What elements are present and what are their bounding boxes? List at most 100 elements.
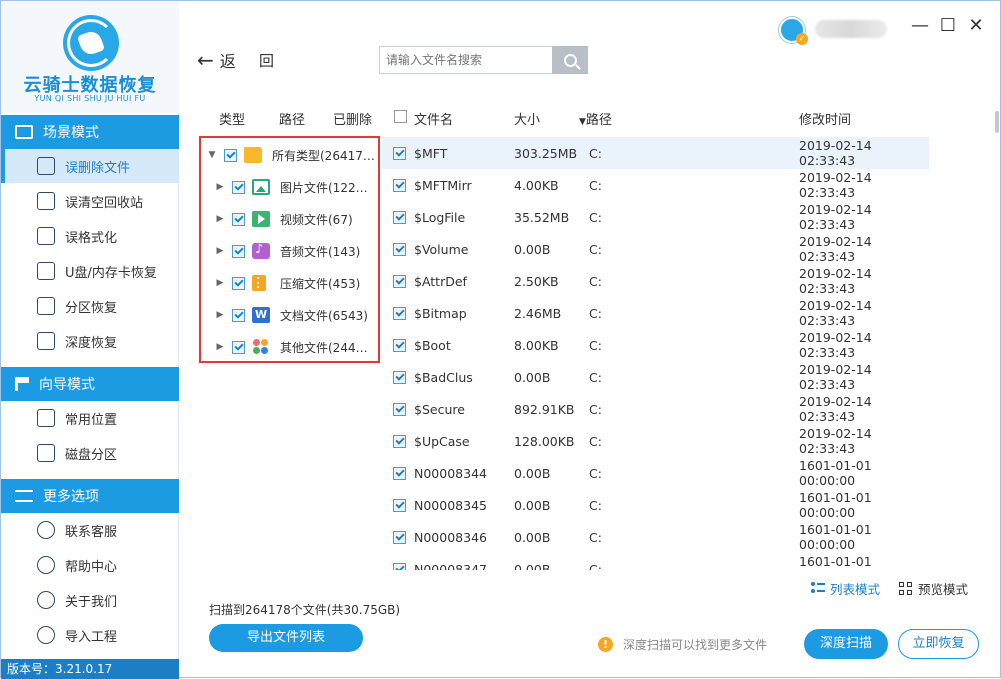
- collapse-icon[interactable]: ▼: [207, 150, 217, 160]
- tree-item-archives[interactable]: ▶ 压缩文件(453): [201, 267, 378, 299]
- minimize-button[interactable]: —: [909, 15, 931, 37]
- list-header-path[interactable]: ▼路径: [579, 109, 612, 128]
- sidebar-item-common-locations[interactable]: 常用位置: [1, 401, 179, 435]
- preview-mode-label: 预览模式: [918, 582, 969, 597]
- sidebar-item-recycle-bin[interactable]: 误清空回收站: [1, 184, 179, 218]
- sidebar-item-deep-recovery[interactable]: 深度恢复: [1, 324, 179, 358]
- checkbox[interactable]: [393, 178, 406, 192]
- section-scene-mode[interactable]: 场景模式: [1, 115, 179, 149]
- tree-header-type[interactable]: 类型: [219, 109, 245, 128]
- expand-icon[interactable]: ▶: [215, 278, 225, 288]
- brand-subtitle: YUN QI SHI SHU JU HUI FU: [34, 94, 146, 103]
- table-row[interactable]: $Secure 892.91KB C: 2019-02-14 02:33:43: [382, 393, 929, 425]
- checkbox[interactable]: [393, 530, 406, 544]
- checkbox[interactable]: [393, 146, 406, 160]
- expand-icon[interactable]: ▶: [215, 182, 225, 192]
- table-row[interactable]: $UpCase 128.00KB C: 2019-02-14 02:33:43: [382, 425, 929, 457]
- search-button[interactable]: [552, 46, 588, 74]
- section-more-options[interactable]: 更多选项: [1, 479, 179, 513]
- table-row[interactable]: $MFT 303.25MB C: 2019-02-14 02:33:43: [382, 137, 929, 169]
- tree-item-documents[interactable]: ▶ 文档文件(6543): [201, 299, 378, 331]
- username[interactable]: [815, 20, 887, 38]
- checkbox[interactable]: [232, 308, 245, 322]
- sidebar-item-label: 误删除文件: [65, 160, 131, 176]
- list-mode-button[interactable]: 列表模式: [811, 579, 880, 598]
- tree-item-audio[interactable]: ▶ 音频文件(143): [201, 235, 378, 267]
- table-row[interactable]: N00008347 0.00B C: 1601-01-01 00:00:00: [382, 553, 929, 570]
- select-all-checkbox[interactable]: [394, 110, 407, 123]
- expand-icon[interactable]: ▶: [215, 310, 225, 320]
- table-row[interactable]: N00008344 0.00B C: 1601-01-01 00:00:00: [382, 457, 929, 489]
- checkbox[interactable]: [393, 242, 406, 256]
- logo: 云骑士数据恢复 YUN QI SHI SHU JU HUI FU: [1, 1, 179, 113]
- checkbox[interactable]: [393, 338, 406, 352]
- sidebar-item-disk-partition[interactable]: 磁盘分区: [1, 436, 179, 470]
- checkbox[interactable]: [232, 276, 245, 290]
- list-mode-label: 列表模式: [830, 582, 881, 597]
- table-row[interactable]: N00008345 0.00B C: 1601-01-01 00:00:00: [382, 489, 929, 521]
- export-file-list-button[interactable]: 导出文件列表: [209, 624, 363, 652]
- list-header-name[interactable]: 文件名: [414, 109, 453, 128]
- table-row[interactable]: $Volume 0.00B C: 2019-02-14 02:33:43: [382, 233, 929, 265]
- file-size: 128.00KB: [514, 433, 575, 449]
- checkbox[interactable]: [224, 148, 237, 162]
- checkbox[interactable]: [232, 180, 245, 194]
- list-header-size[interactable]: 大小: [514, 109, 540, 128]
- tree-item-images[interactable]: ▶ 图片文件(122…: [201, 171, 378, 203]
- sidebar-item-contact-support[interactable]: 联系客服: [1, 513, 179, 547]
- tree-item-all-types[interactable]: ▼ 所有类型(26417…: [201, 139, 378, 171]
- checkbox[interactable]: [393, 306, 406, 320]
- checkbox[interactable]: [393, 562, 406, 570]
- file-path: C:: [589, 337, 602, 353]
- table-row[interactable]: $Bitmap 2.46MB C: 2019-02-14 02:33:43: [382, 297, 929, 329]
- checkbox[interactable]: [393, 434, 406, 448]
- checkbox[interactable]: [232, 340, 245, 354]
- sidebar-item-format[interactable]: 误格式化: [1, 219, 179, 253]
- table-row[interactable]: $MFTMirr 4.00KB C: 2019-02-14 02:33:43: [382, 169, 929, 201]
- checkbox[interactable]: [393, 466, 406, 480]
- sidebar-item-about[interactable]: 关于我们: [1, 583, 179, 617]
- tree-item-other[interactable]: ▶ 其他文件(244…: [201, 331, 378, 363]
- checkbox[interactable]: [393, 498, 406, 512]
- sidebar-item-usb-card[interactable]: U盘/内存卡恢复: [1, 254, 179, 288]
- scrollbar[interactable]: [995, 111, 999, 133]
- checkbox[interactable]: [393, 370, 406, 384]
- recover-now-button[interactable]: 立即恢复: [898, 629, 979, 659]
- table-row[interactable]: $BadClus 0.00B C: 2019-02-14 02:33:43: [382, 361, 929, 393]
- checkbox[interactable]: [393, 274, 406, 288]
- table-row[interactable]: $AttrDef 2.50KB C: 2019-02-14 02:33:43: [382, 265, 929, 297]
- expand-icon[interactable]: ▶: [215, 246, 225, 256]
- checkbox[interactable]: [393, 210, 406, 224]
- search-input[interactable]: [379, 46, 553, 74]
- sidebar-item-label: 深度恢复: [65, 335, 118, 351]
- preview-mode-button[interactable]: 预览模式: [899, 579, 968, 598]
- sidebar-item-deleted-files[interactable]: 误删除文件: [1, 149, 179, 183]
- checkbox[interactable]: [232, 244, 245, 258]
- section-wizard-mode[interactable]: 向导模式: [1, 367, 179, 401]
- deep-scan-button[interactable]: 深度扫描: [804, 629, 888, 659]
- checkbox[interactable]: [232, 212, 245, 226]
- sidebar-item-import-project[interactable]: 导入工程: [1, 618, 179, 652]
- home-button[interactable]: 回: [259, 50, 274, 71]
- expand-icon[interactable]: ▶: [215, 214, 225, 224]
- sidebar-item-label: 导入工程: [65, 629, 118, 645]
- maximize-button[interactable]: ☐: [937, 15, 959, 37]
- file-modified-time: 1601-01-01 00:00:00: [799, 522, 872, 552]
- checkbox[interactable]: [393, 402, 406, 416]
- tree-header-deleted[interactable]: 已删除: [333, 109, 372, 128]
- close-button[interactable]: ✕: [965, 15, 987, 37]
- table-row[interactable]: N00008346 0.00B C: 1601-01-01 00:00:00: [382, 521, 929, 553]
- toolbar: ← 返 回 ✓ — ☐ ✕: [181, 1, 1001, 101]
- table-row[interactable]: $LogFile 35.52MB C: 2019-02-14 02:33:43: [382, 201, 929, 233]
- expand-icon[interactable]: ▶: [215, 342, 225, 352]
- table-row[interactable]: $Boot 8.00KB C: 2019-02-14 02:33:43: [382, 329, 929, 361]
- avatar[interactable]: ✓: [779, 17, 808, 45]
- file-modified-time: 2019-02-14 02:33:43: [799, 394, 872, 424]
- back-button[interactable]: ← 返: [197, 48, 236, 72]
- file-modified-time: 1601-01-01 00:00:00: [799, 554, 872, 570]
- tree-header-path[interactable]: 路径: [279, 109, 305, 128]
- sidebar-item-help-center[interactable]: 帮助中心: [1, 548, 179, 582]
- sidebar-item-partition[interactable]: 分区恢复: [1, 289, 179, 323]
- tree-item-videos[interactable]: ▶ 视频文件(67): [201, 203, 378, 235]
- list-header-time[interactable]: 修改时间: [799, 109, 851, 128]
